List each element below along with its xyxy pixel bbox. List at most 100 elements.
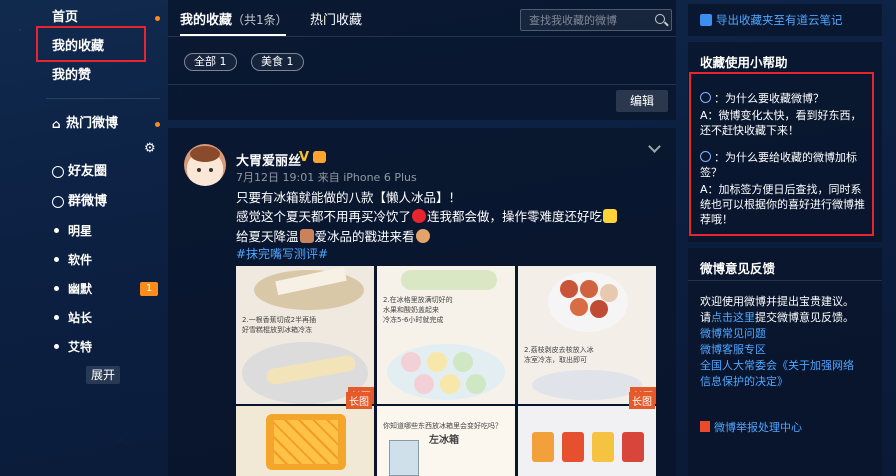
edit-button[interactable]: 编辑 [616,90,668,112]
group-label: 明星 [68,224,93,238]
post-photo[interactable] [236,406,374,476]
notification-dot [155,122,160,127]
notification-dot [155,16,160,21]
divider [688,280,882,281]
note-icon [700,14,712,26]
photo-caption: 2.在冰格里放满切好的 [383,296,453,304]
tab-hot-favorites[interactable]: 热门收藏 [310,9,362,28]
help-question-text: ：为什么要给收藏的微博加标签？ [700,151,857,179]
group-label: 软件 [68,253,93,267]
nav-group-item[interactable]: 软件 [40,247,166,273]
feedback-text: 请 [700,311,711,324]
filter-all[interactable]: 全部 1 [184,53,237,71]
click-here-link[interactable]: 点击这里 [711,311,755,324]
photo-caption: 2.一根香蕉切成2半再插 [242,316,317,324]
photo-illustration [387,344,505,400]
post-text-segment: 感觉这个夏天都不用再买冷饮了 [236,209,412,224]
nav-group-item[interactable]: 艾特 [40,334,166,360]
heart-emoji-icon [412,209,427,223]
nav-group-weibo[interactable]: 群微博 [40,188,166,216]
bullet-icon [54,315,59,320]
divider [168,84,676,85]
friends-icon [52,166,64,178]
photo-caption: 左冰箱 [429,435,459,446]
photo-caption: 水果和酸奶盖起来 [383,306,439,314]
filter-food[interactable]: 美食 1 [251,53,304,71]
group-icon [52,196,64,208]
post-text-line: 给夏天降温 爱冰品的戳进来看 [236,226,431,245]
customer-service-link[interactable]: 微博客服专区 [700,342,876,357]
group-label: 幽默 [68,282,93,296]
photo-illustration [532,370,642,400]
report-link-label: 微博举报处理中心 [714,421,802,434]
nav-group-item[interactable]: 站长 [40,305,166,331]
report-icon [700,421,710,432]
highlight-box [36,26,146,62]
help-answer: A：加标签方便日后查找，同时系统也可以根据你的喜好进行微博推荐哦！ [700,183,865,226]
help-question-text: ：为什么要收藏微博？ [714,92,824,105]
bullet-icon [54,257,59,262]
help-question: ：为什么要给收藏的微博加标签？ [700,150,872,180]
tab-my-favorites[interactable]: 我的收藏（共1条） [180,9,288,28]
bullet-icon [54,286,59,291]
gear-icon[interactable]: ⚙ [144,141,156,156]
unread-badge: 1 [140,282,158,296]
tab-label: 我的收藏 [180,13,233,28]
nav-hot-weibo[interactable]: ⌂ 热门微博 [40,110,166,138]
post-time[interactable]: 7月12日 19:01 [236,171,314,184]
photo-illustration [401,270,497,290]
cat-emoji-icon [603,209,618,223]
help-title: 收藏使用小帮助 [700,55,788,70]
nav-friends-circle[interactable]: 好友圈 [40,158,166,186]
photo-caption: 冷冻5-6小时就完成 [383,316,444,324]
fridge-illustration [389,440,419,476]
post-photo[interactable]: 你知道哪些东西放冰箱里会变好吃吗？ 左冰箱 [377,406,515,476]
expand-button[interactable]: 展开 [86,366,120,384]
nav-my-likes-label: 我的赞 [52,68,92,83]
nav-my-likes[interactable]: 我的赞 [40,62,166,90]
post-hashtag[interactable]: #抹完嘴写测评# [236,245,328,262]
nav-friends-circle-label: 好友圈 [68,164,108,179]
post-source: 来自 iPhone 6 Plus [317,171,417,184]
search-icon[interactable] [655,14,665,24]
feedback-title: 微博意见反馈 [700,261,776,276]
nav-home-label: 首页 [52,10,79,25]
bear-emoji-icon [299,229,314,243]
question-icon [700,92,711,103]
faq-link[interactable]: 微博常见问题 [700,326,876,341]
photo-illustration [548,272,628,332]
post-photo[interactable] [518,406,656,476]
nav-group-item[interactable]: 幽默 1 [40,276,166,302]
npc-decision-link-cont[interactable]: 信息保护的决定》 [700,374,876,389]
post-text-segment: 连我都会做，操作零难度还好吃 [427,209,603,224]
photo-caption: 你知道哪些东西放冰箱里会变好吃吗？ [383,422,502,430]
nav-hot-weibo-label: 热门微博 [66,116,119,131]
npc-decision-link[interactable]: 全国人大常委会《关于加强网络 [700,358,876,373]
favorites-count: （共1条） [232,13,288,27]
search-box [520,9,672,31]
export-to-youdao-link[interactable]: 导出收藏夹至有道云笔记 [700,12,843,28]
post-photo[interactable]: 2.在冰格里放满切好的 水果和酸奶盖起来 冷冻5-6小时就完成 [377,266,515,404]
divider [46,98,160,99]
long-image-badge: 长图 [346,392,372,409]
photo-illustration [560,280,578,298]
avatar[interactable] [184,144,226,186]
post-text-line: 只要有冰箱就能做的八款【懒人冰品】！ [236,190,462,205]
photo-illustration [532,432,554,462]
report-center-link[interactable]: 微博举报处理中心 [700,420,876,435]
post-text-segment: 给夏天降温 [236,229,299,244]
group-label: 艾特 [68,340,93,354]
post-photo[interactable]: 2.荔枝剥皮去核放入冰 冻室冷冻，取出即可 长图 [518,266,656,404]
post-photo[interactable]: 2.一根香蕉切成2半再插 好雪糕棍放到冰箱冷冻 长图 [236,266,374,404]
feedback-text: 提交微博意见反馈。 [755,311,854,324]
post-user-name[interactable]: 大胃爱丽丝 [236,150,301,169]
pointing-emoji-icon [415,229,430,243]
home-icon: ⌂ [52,117,61,131]
nav-group-item[interactable]: 明星 [40,218,166,244]
photo-caption: 冻室冷冻，取出即可 [524,356,587,364]
help-answer: A：微博变化太快，看到好东西，还不赶快收藏下来！ [700,109,862,137]
feedback-instruction: 请点击这里提交微博意见反馈。 [700,310,876,325]
post-meta: 7月12日 19:01 来自 iPhone 6 Plus [236,169,417,185]
search-input[interactable] [521,10,647,30]
photo-illustration [274,420,338,464]
